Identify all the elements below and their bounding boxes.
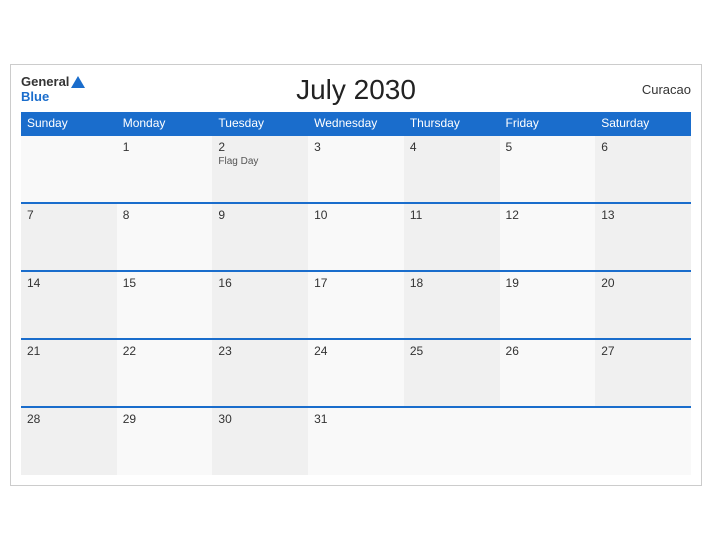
day-cell: 9 bbox=[212, 203, 308, 271]
day-event: Flag Day bbox=[218, 156, 302, 167]
day-number: 22 bbox=[123, 344, 207, 358]
day-cell: 17 bbox=[308, 271, 404, 339]
day-cell bbox=[404, 407, 500, 475]
calendar-title: July 2030 bbox=[296, 74, 416, 106]
day-number: 26 bbox=[506, 344, 590, 358]
day-number: 7 bbox=[27, 208, 111, 222]
logo-triangle-icon bbox=[71, 76, 85, 88]
day-number: 31 bbox=[314, 412, 398, 426]
weekday-header-row: SundayMondayTuesdayWednesdayThursdayFrid… bbox=[21, 112, 691, 135]
day-cell: 8 bbox=[117, 203, 213, 271]
day-number: 2 bbox=[218, 140, 302, 154]
calendar-header: General Blue July 2030 Curacao bbox=[21, 75, 691, 104]
day-cell: 21 bbox=[21, 339, 117, 407]
day-cell: 22 bbox=[117, 339, 213, 407]
week-row-1: 789 10 11 12 13 bbox=[21, 203, 691, 271]
day-cell: 3 bbox=[308, 135, 404, 203]
day-number: 28 bbox=[27, 412, 111, 426]
day-cell: 12 bbox=[500, 203, 596, 271]
day-cell: 16 bbox=[212, 271, 308, 339]
day-cell: 18 bbox=[404, 271, 500, 339]
day-cell: 28 bbox=[21, 407, 117, 475]
day-cell: 24 bbox=[308, 339, 404, 407]
day-number: 23 bbox=[218, 344, 302, 358]
day-number: 20 bbox=[601, 276, 685, 290]
weekday-header-thursday: Thursday bbox=[404, 112, 500, 135]
day-number: 6 bbox=[601, 140, 685, 154]
day-cell: 7 bbox=[21, 203, 117, 271]
day-cell: 5 bbox=[500, 135, 596, 203]
region-label: Curacao bbox=[642, 82, 691, 97]
weekday-header-wednesday: Wednesday bbox=[308, 112, 404, 135]
day-number: 11 bbox=[410, 208, 494, 222]
logo-general-text: General bbox=[21, 75, 69, 89]
day-number: 16 bbox=[218, 276, 302, 290]
day-cell: 15 bbox=[117, 271, 213, 339]
day-cell bbox=[595, 407, 691, 475]
calendar-wrapper: General Blue July 2030 Curacao SundayMon… bbox=[10, 64, 702, 486]
weekday-header-tuesday: Tuesday bbox=[212, 112, 308, 135]
day-cell: 1 bbox=[117, 135, 213, 203]
weekday-header-saturday: Saturday bbox=[595, 112, 691, 135]
day-number: 29 bbox=[123, 412, 207, 426]
day-number: 10 bbox=[314, 208, 398, 222]
day-cell: 6 bbox=[595, 135, 691, 203]
weekday-header-sunday: Sunday bbox=[21, 112, 117, 135]
day-cell: 31 bbox=[308, 407, 404, 475]
day-cell: 4 bbox=[404, 135, 500, 203]
day-number: 1 bbox=[123, 140, 207, 154]
day-cell: 10 bbox=[308, 203, 404, 271]
day-number: 27 bbox=[601, 344, 685, 358]
day-number: 19 bbox=[506, 276, 590, 290]
week-row-4: 28 29 30 31 bbox=[21, 407, 691, 475]
calendar-grid: SundayMondayTuesdayWednesdayThursdayFrid… bbox=[21, 112, 691, 475]
day-cell: 2 Flag Day bbox=[212, 135, 308, 203]
day-number: 12 bbox=[506, 208, 590, 222]
day-number: 3 bbox=[314, 140, 398, 154]
day-number: 9 bbox=[218, 208, 302, 222]
day-number: 4 bbox=[410, 140, 494, 154]
day-number: 17 bbox=[314, 276, 398, 290]
day-number: 18 bbox=[410, 276, 494, 290]
day-number: 25 bbox=[410, 344, 494, 358]
logo-blue-text: Blue bbox=[21, 90, 49, 104]
day-number: 30 bbox=[218, 412, 302, 426]
day-cell: 25 bbox=[404, 339, 500, 407]
week-row-0: 12 Flag Day 3456 bbox=[21, 135, 691, 203]
day-number: 8 bbox=[123, 208, 207, 222]
day-cell: 13 bbox=[595, 203, 691, 271]
day-cell: 20 bbox=[595, 271, 691, 339]
day-cell bbox=[21, 135, 117, 203]
weekday-header-monday: Monday bbox=[117, 112, 213, 135]
day-cell bbox=[500, 407, 596, 475]
day-number: 24 bbox=[314, 344, 398, 358]
day-cell: 27 bbox=[595, 339, 691, 407]
day-number: 5 bbox=[506, 140, 590, 154]
day-number: 13 bbox=[601, 208, 685, 222]
day-cell: 14 bbox=[21, 271, 117, 339]
day-number: 21 bbox=[27, 344, 111, 358]
weekday-header-friday: Friday bbox=[500, 112, 596, 135]
week-row-2: 14 15 16 17 18 19 20 bbox=[21, 271, 691, 339]
logo-area: General Blue bbox=[21, 75, 85, 104]
day-cell: 11 bbox=[404, 203, 500, 271]
day-cell: 29 bbox=[117, 407, 213, 475]
day-number: 14 bbox=[27, 276, 111, 290]
day-cell: 26 bbox=[500, 339, 596, 407]
day-cell: 23 bbox=[212, 339, 308, 407]
week-row-3: 21 22 23 24 25 26 27 bbox=[21, 339, 691, 407]
day-number: 15 bbox=[123, 276, 207, 290]
day-cell: 30 bbox=[212, 407, 308, 475]
day-cell: 19 bbox=[500, 271, 596, 339]
